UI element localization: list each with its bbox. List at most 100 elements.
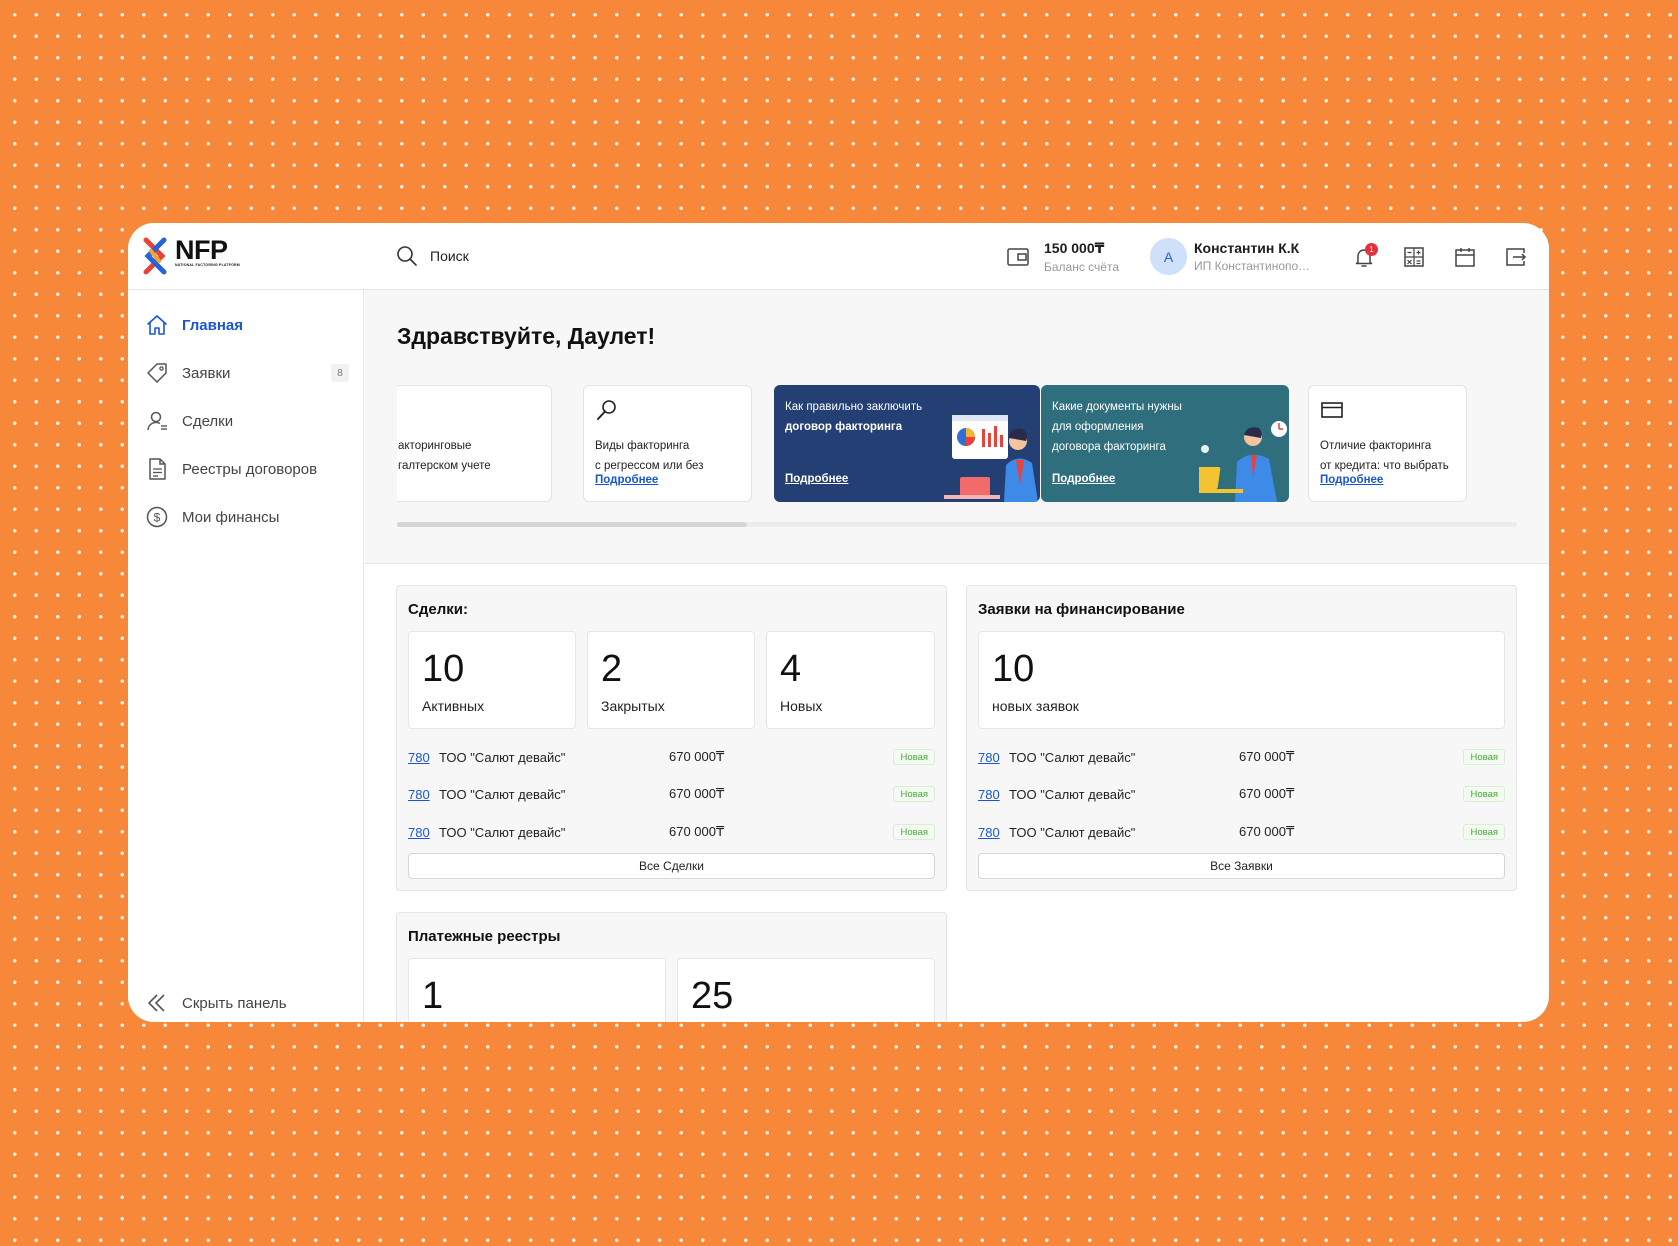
sidebar-item-label: Сделки bbox=[182, 412, 234, 430]
card-line: договора факторинга bbox=[1052, 441, 1166, 453]
article-card[interactable]: Отличие факторинга от кредита: что выбра… bbox=[1308, 385, 1467, 502]
carousel-scrollbar[interactable] bbox=[397, 522, 1517, 527]
calculator-icon bbox=[1404, 247, 1424, 267]
sidebar-item-label: Главная bbox=[182, 316, 244, 334]
article-card[interactable]: Как правильно заключить договор факторин… bbox=[774, 385, 1040, 502]
sidebar-item-deals[interactable]: Сделки bbox=[144, 407, 349, 435]
card-line: акторинговые bbox=[398, 440, 472, 452]
collapse-sidebar-label: Скрыть панель bbox=[182, 994, 287, 1012]
calculator-button[interactable] bbox=[1400, 243, 1428, 271]
home-icon bbox=[144, 312, 170, 338]
card-line: Отличие факторинга bbox=[1320, 440, 1432, 452]
deal-id-link[interactable]: 780 bbox=[408, 787, 439, 802]
stat-label: Закрытых bbox=[601, 698, 665, 714]
logo-title: NFP bbox=[175, 235, 228, 265]
carousel-scroll-thumb[interactable] bbox=[397, 522, 747, 527]
card-line: для оформления bbox=[1052, 421, 1144, 433]
sidebar-item-requests[interactable]: Заявки 8 bbox=[144, 359, 349, 387]
request-amount: 670 000₸ bbox=[1239, 824, 1295, 839]
double-chevron-left-icon bbox=[144, 990, 170, 1016]
sidebar-item-my-finances[interactable]: $ Мои финансы bbox=[144, 503, 349, 531]
deal-amount: 670 000₸ bbox=[669, 749, 725, 764]
logo[interactable]: NFP NATIONAL FACTORING PLATFORM bbox=[143, 237, 240, 275]
stat-value: 25 bbox=[691, 975, 734, 1017]
deal-id-link[interactable]: 780 bbox=[408, 825, 439, 840]
app-window: NFP NATIONAL FACTORING PLATFORM Поиск 15… bbox=[128, 223, 1549, 1022]
requests-title: Заявки на финансирование bbox=[978, 601, 1185, 618]
user-deal-icon bbox=[144, 408, 170, 434]
closed-deals-stat[interactable]: 2 Закрытых bbox=[587, 631, 755, 729]
company-name: ТОО "Салют девайс" bbox=[439, 749, 566, 765]
card-line: от кредита: что выбрать bbox=[1320, 460, 1449, 472]
card-more-link[interactable]: Подробнее bbox=[1052, 473, 1115, 485]
page-title: Здравствуйте, Даулет! bbox=[397, 323, 656, 349]
logout-button[interactable] bbox=[1502, 243, 1530, 271]
contract-illustration bbox=[944, 415, 1038, 502]
status-badge: Новая bbox=[893, 824, 935, 840]
dollar-icon: $ bbox=[144, 504, 170, 530]
article-card[interactable]: Какие документы нужны для оформления дог… bbox=[1041, 385, 1289, 502]
request-id-link[interactable]: 780 bbox=[978, 750, 1009, 765]
account-balance[interactable]: 150 000₸ Баланс счёта bbox=[1006, 240, 1119, 274]
table-row[interactable]: 780 ТОО "Салют девайс" 670 000₸ Новая bbox=[408, 822, 935, 842]
notification-count-badge: 1 bbox=[1365, 243, 1378, 256]
table-row[interactable]: 780 ТОО "Салют девайс" 670 000₸ Новая bbox=[978, 784, 1505, 804]
sidebar-item-home[interactable]: Главная bbox=[144, 311, 349, 339]
deal-amount: 670 000₸ bbox=[669, 786, 725, 801]
card-line: договор факторинга bbox=[785, 421, 903, 433]
balance-label: Баланс счёта bbox=[1044, 260, 1120, 274]
request-amount: 670 000₸ bbox=[1239, 749, 1295, 764]
credit-card-icon bbox=[1320, 398, 1344, 427]
card-more-link[interactable]: Подробнее bbox=[1320, 474, 1383, 486]
registry-stat[interactable]: 1 bbox=[408, 958, 666, 1022]
card-more-link[interactable]: Подробнее bbox=[785, 473, 848, 485]
stat-label: новых заявок bbox=[992, 698, 1079, 714]
card-more-link[interactable]: Подробнее bbox=[595, 474, 658, 486]
status-badge: Новая bbox=[1463, 824, 1505, 840]
table-row[interactable]: 780 ТОО "Салют девайс" 670 000₸ Новая bbox=[978, 747, 1505, 767]
request-id-link[interactable]: 780 bbox=[978, 825, 1009, 840]
company-name: ТОО "Салют девайс" bbox=[1009, 749, 1136, 765]
calendar-icon bbox=[1455, 248, 1475, 267]
company-name: ТОО "Салют девайс" bbox=[1009, 786, 1136, 802]
logo-subtitle: NATIONAL FACTORING PLATFORM bbox=[175, 263, 240, 267]
balance-value: 150 000₸ bbox=[1044, 240, 1105, 256]
request-amount: 670 000₸ bbox=[1239, 786, 1295, 801]
svg-text:$: $ bbox=[154, 511, 161, 525]
sidebar-item-label: Реестры договоров bbox=[182, 460, 318, 478]
article-card[interactable]: Виды факторинга с регрессом или без Подр… bbox=[583, 385, 752, 502]
search-placeholder: Поиск bbox=[430, 248, 469, 264]
registry-stat[interactable]: 25 bbox=[677, 958, 935, 1022]
calendar-button[interactable] bbox=[1451, 243, 1479, 271]
documents-illustration bbox=[1199, 421, 1287, 502]
stat-value: 4 bbox=[780, 648, 802, 690]
new-requests-stat[interactable]: 10 новых заявок bbox=[978, 631, 1505, 729]
active-deals-stat[interactable]: 10 Активных bbox=[408, 631, 576, 729]
status-badge: Новая bbox=[893, 749, 935, 765]
stat-value: 10 bbox=[422, 648, 465, 690]
collapse-sidebar-button[interactable]: Скрыть панель bbox=[144, 990, 287, 1016]
deal-id-link[interactable]: 780 bbox=[408, 750, 439, 765]
search-bar[interactable]: Поиск bbox=[396, 245, 469, 267]
company-name: ТОО "Салют девайс" bbox=[1009, 824, 1136, 840]
request-id-link[interactable]: 780 bbox=[978, 787, 1009, 802]
card-line: Какие документы нужны bbox=[1052, 401, 1182, 413]
status-badge: Новая bbox=[1463, 749, 1505, 765]
new-deals-stat[interactable]: 4 Новых bbox=[766, 631, 935, 729]
card-line: Как правильно заключить bbox=[785, 401, 923, 413]
all-deals-button[interactable]: Все Сделки bbox=[408, 853, 935, 879]
company-name: ТОО "Салют девайс" bbox=[439, 786, 566, 802]
sidebar-item-label: Заявки bbox=[182, 364, 231, 382]
user-profile[interactable]: А Константин К.К ИП Константинопольский bbox=[1150, 238, 1312, 275]
article-card[interactable]: акторинговые галтерском учете bbox=[397, 385, 552, 502]
sidebar-item-contract-registries[interactable]: Реестры договоров bbox=[144, 455, 349, 483]
table-row[interactable]: 780 ТОО "Салют девайс" 670 000₸ Новая bbox=[408, 784, 935, 804]
status-badge: Новая bbox=[1463, 786, 1505, 802]
table-row[interactable]: 780 ТОО "Салют девайс" 670 000₸ Новая bbox=[408, 747, 935, 767]
user-name: Константин К.К bbox=[1194, 240, 1300, 256]
magnifier-icon bbox=[595, 398, 619, 427]
table-row[interactable]: 780 ТОО "Салют девайс" 670 000₸ Новая bbox=[978, 822, 1505, 842]
all-requests-button[interactable]: Все Заявки bbox=[978, 853, 1505, 879]
notifications-button[interactable]: 1 bbox=[1350, 243, 1378, 271]
stat-label: Новых bbox=[780, 698, 823, 714]
